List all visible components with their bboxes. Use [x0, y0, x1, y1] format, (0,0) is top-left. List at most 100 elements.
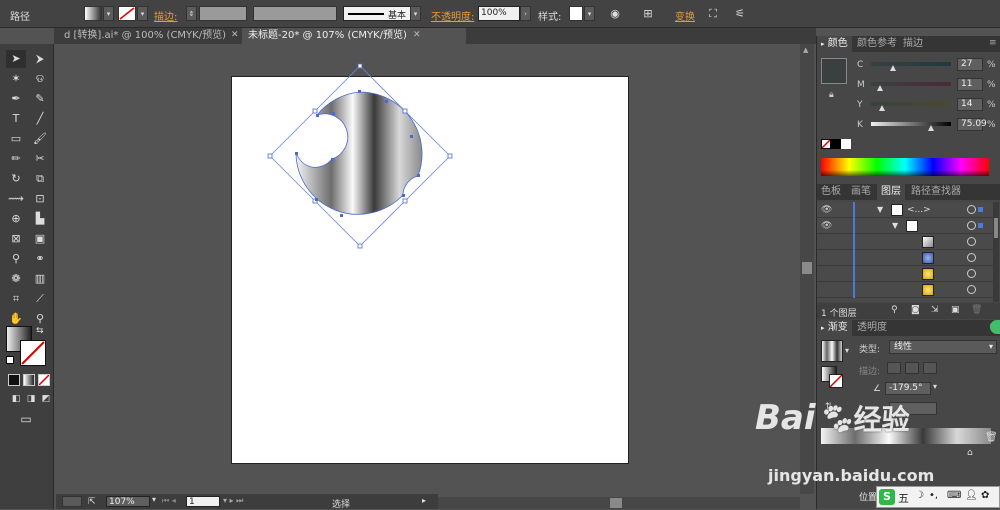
magic-wand-tool-icon[interactable]: ✶ — [6, 70, 26, 88]
layer-row[interactable] — [817, 282, 997, 298]
eyedropper-tool-icon[interactable]: ⚲ — [6, 250, 26, 268]
channel-slider-knob[interactable] — [879, 105, 886, 111]
none-swatch[interactable] — [821, 139, 831, 149]
layer-row[interactable] — [817, 266, 997, 282]
target-circle-icon[interactable] — [967, 205, 976, 214]
tab-stroke[interactable]: 描边 — [899, 36, 927, 52]
horizontal-scroll-thumb[interactable] — [610, 498, 622, 508]
zoom-select[interactable]: 107% — [106, 496, 150, 507]
tab-layers[interactable]: 图层 — [877, 184, 905, 200]
layer-row[interactable] — [817, 234, 997, 250]
tab-document-1[interactable]: d [转换].ai* @ 100% (CMYK/预览) — [58, 28, 241, 44]
stroke-weight-stepper[interactable]: ⇕ — [186, 6, 197, 21]
graphic-style-swatch[interactable] — [569, 6, 583, 21]
gradient-mode-icon[interactable] — [23, 374, 35, 386]
symbol-sprayer-tool-icon[interactable]: ❁ — [6, 270, 26, 288]
align-icon[interactable]: ⊞ — [640, 6, 656, 22]
next-artboard-icon[interactable]: ▾ ▸ ⏭ — [223, 496, 243, 506]
slice-tool-icon[interactable]: ⟋ — [30, 290, 50, 308]
width-tool-icon[interactable]: ⟿ — [6, 190, 26, 208]
channel-slider-track[interactable] — [871, 122, 951, 126]
channel-slider-track[interactable] — [871, 62, 951, 66]
recolor-icon[interactable]: ◉ — [607, 6, 623, 22]
layer-row[interactable]: 👁︎ ▼ — [817, 218, 997, 234]
target-circle-icon[interactable] — [967, 237, 976, 246]
draw-inside-icon[interactable]: ◩ — [36, 390, 56, 408]
isolate-icon[interactable]: ⛶ — [705, 6, 721, 22]
status-icon-button[interactable] — [62, 496, 82, 507]
tab-color-guide[interactable]: 颜色参考 — [853, 36, 901, 52]
close-icon[interactable]: ✕ — [413, 30, 421, 40]
moon-icon[interactable]: ☽ — [915, 490, 924, 501]
tab-brushes[interactable]: 画笔 — [847, 184, 875, 200]
layers-scrollbar[interactable] — [993, 202, 999, 302]
curvature-tool-icon[interactable]: ✎ — [30, 90, 50, 108]
stroke-style-dropdown[interactable]: ▾ — [410, 6, 421, 21]
target-circle-icon[interactable] — [967, 253, 976, 262]
stroke-swatch[interactable] — [118, 6, 136, 21]
tab-transparency[interactable]: 透明度 — [853, 320, 891, 336]
column-graph-tool-icon[interactable]: ▥ — [30, 270, 50, 288]
direct-selection-tool-icon[interactable]: ⮞ — [30, 50, 50, 68]
channel-slider-knob[interactable] — [928, 125, 934, 131]
artboard-number-input[interactable]: 1 — [186, 496, 220, 507]
delete-layer-icon[interactable]: 🗑︎ — [971, 305, 982, 315]
opacity-dropdown[interactable]: › — [520, 6, 531, 21]
horizontal-scrollbar[interactable] — [438, 497, 800, 509]
sogou-logo-icon[interactable]: S — [879, 489, 895, 505]
tab-swatches[interactable]: 色板 — [817, 184, 845, 200]
tab-document-2[interactable]: 未标题-20* @ 107% (CMYK/预览) — [242, 28, 466, 44]
rotate-tool-icon[interactable]: ↻ — [6, 170, 26, 188]
close-icon[interactable]: ✕ — [231, 30, 239, 40]
panel-menu-icon[interactable]: ≡ — [989, 38, 997, 48]
expand-triangle-icon[interactable]: ▼ — [877, 205, 883, 214]
channel-slider-knob[interactable] — [876, 85, 883, 91]
screen-mode-icon[interactable]: ▭ — [16, 410, 36, 428]
blend-tool-icon[interactable]: ⚭ — [30, 250, 50, 268]
opacity-label[interactable]: 不透明度: — [431, 8, 474, 23]
channel-value-input[interactable]: 11 — [957, 78, 983, 91]
target-circle-icon[interactable] — [967, 221, 976, 230]
black-swatch[interactable] — [831, 139, 841, 149]
stroke-weight-label[interactable]: 描边: — [154, 8, 177, 23]
pencil-tool-icon[interactable]: ✏ — [6, 150, 26, 168]
selection-tool-icon[interactable]: ➤ — [6, 50, 26, 68]
stroke-gradient-option-1[interactable] — [887, 362, 901, 374]
gradient-stroke-icon[interactable] — [829, 374, 843, 388]
expand-triangle-icon[interactable]: ▼ — [892, 221, 898, 230]
target-circle-icon[interactable] — [967, 269, 976, 278]
white-swatch[interactable] — [841, 139, 851, 149]
paintbrush-tool-icon[interactable]: 🖌 — [30, 130, 50, 148]
locate-object-icon[interactable]: ⚲ — [891, 305, 898, 315]
channel-slider-knob[interactable] — [889, 65, 896, 71]
stroke-gradient-option-2[interactable] — [905, 362, 919, 374]
layers-scroll-thumb[interactable] — [994, 218, 998, 238]
default-colors-icon[interactable] — [6, 356, 14, 364]
stroke-gradient-option-3[interactable] — [923, 362, 937, 374]
delete-stop-icon[interactable]: 🗑︎ — [985, 432, 998, 443]
mesh-tool-icon[interactable]: ⊠ — [6, 230, 26, 248]
gradient-tool-icon[interactable]: ▣ — [30, 230, 50, 248]
user-icon[interactable]: 👤︎ — [965, 490, 978, 501]
layer-row[interactable] — [817, 250, 997, 266]
punctuation-icon[interactable]: •, — [929, 490, 938, 501]
channel-slider-track[interactable] — [871, 82, 951, 86]
swap-fill-stroke-icon[interactable]: ⇆ — [36, 326, 44, 336]
graphic-style-dropdown[interactable]: ▾ — [584, 6, 595, 21]
type-tool-icon[interactable]: T — [6, 110, 26, 128]
side-floating-button[interactable] — [990, 320, 1000, 334]
channel-value-input[interactable]: 27 — [957, 58, 983, 71]
perspective-grid-tool-icon[interactable]: ▙ — [30, 210, 50, 228]
gradient-preset-dropdown-icon[interactable]: ▾ — [845, 346, 849, 355]
first-artboard-icon[interactable]: ⏮ ◂ — [162, 496, 176, 506]
ime-mode-char[interactable]: 五 — [898, 490, 909, 506]
fill-swatch[interactable] — [84, 6, 102, 21]
none-mode-icon[interactable] — [38, 374, 50, 386]
stroke-weight-input[interactable] — [199, 6, 247, 21]
arrange-icon[interactable]: ⚟ — [732, 6, 748, 22]
make-clipping-mask-icon[interactable]: ◙ — [911, 305, 920, 315]
tab-gradient[interactable]: ▸ 渐变 — [817, 320, 852, 336]
stroke-color-icon[interactable] — [20, 340, 46, 366]
free-transform-tool-icon[interactable]: ⊡ — [30, 190, 50, 208]
visibility-eye-icon[interactable]: 👁︎ — [821, 205, 832, 215]
